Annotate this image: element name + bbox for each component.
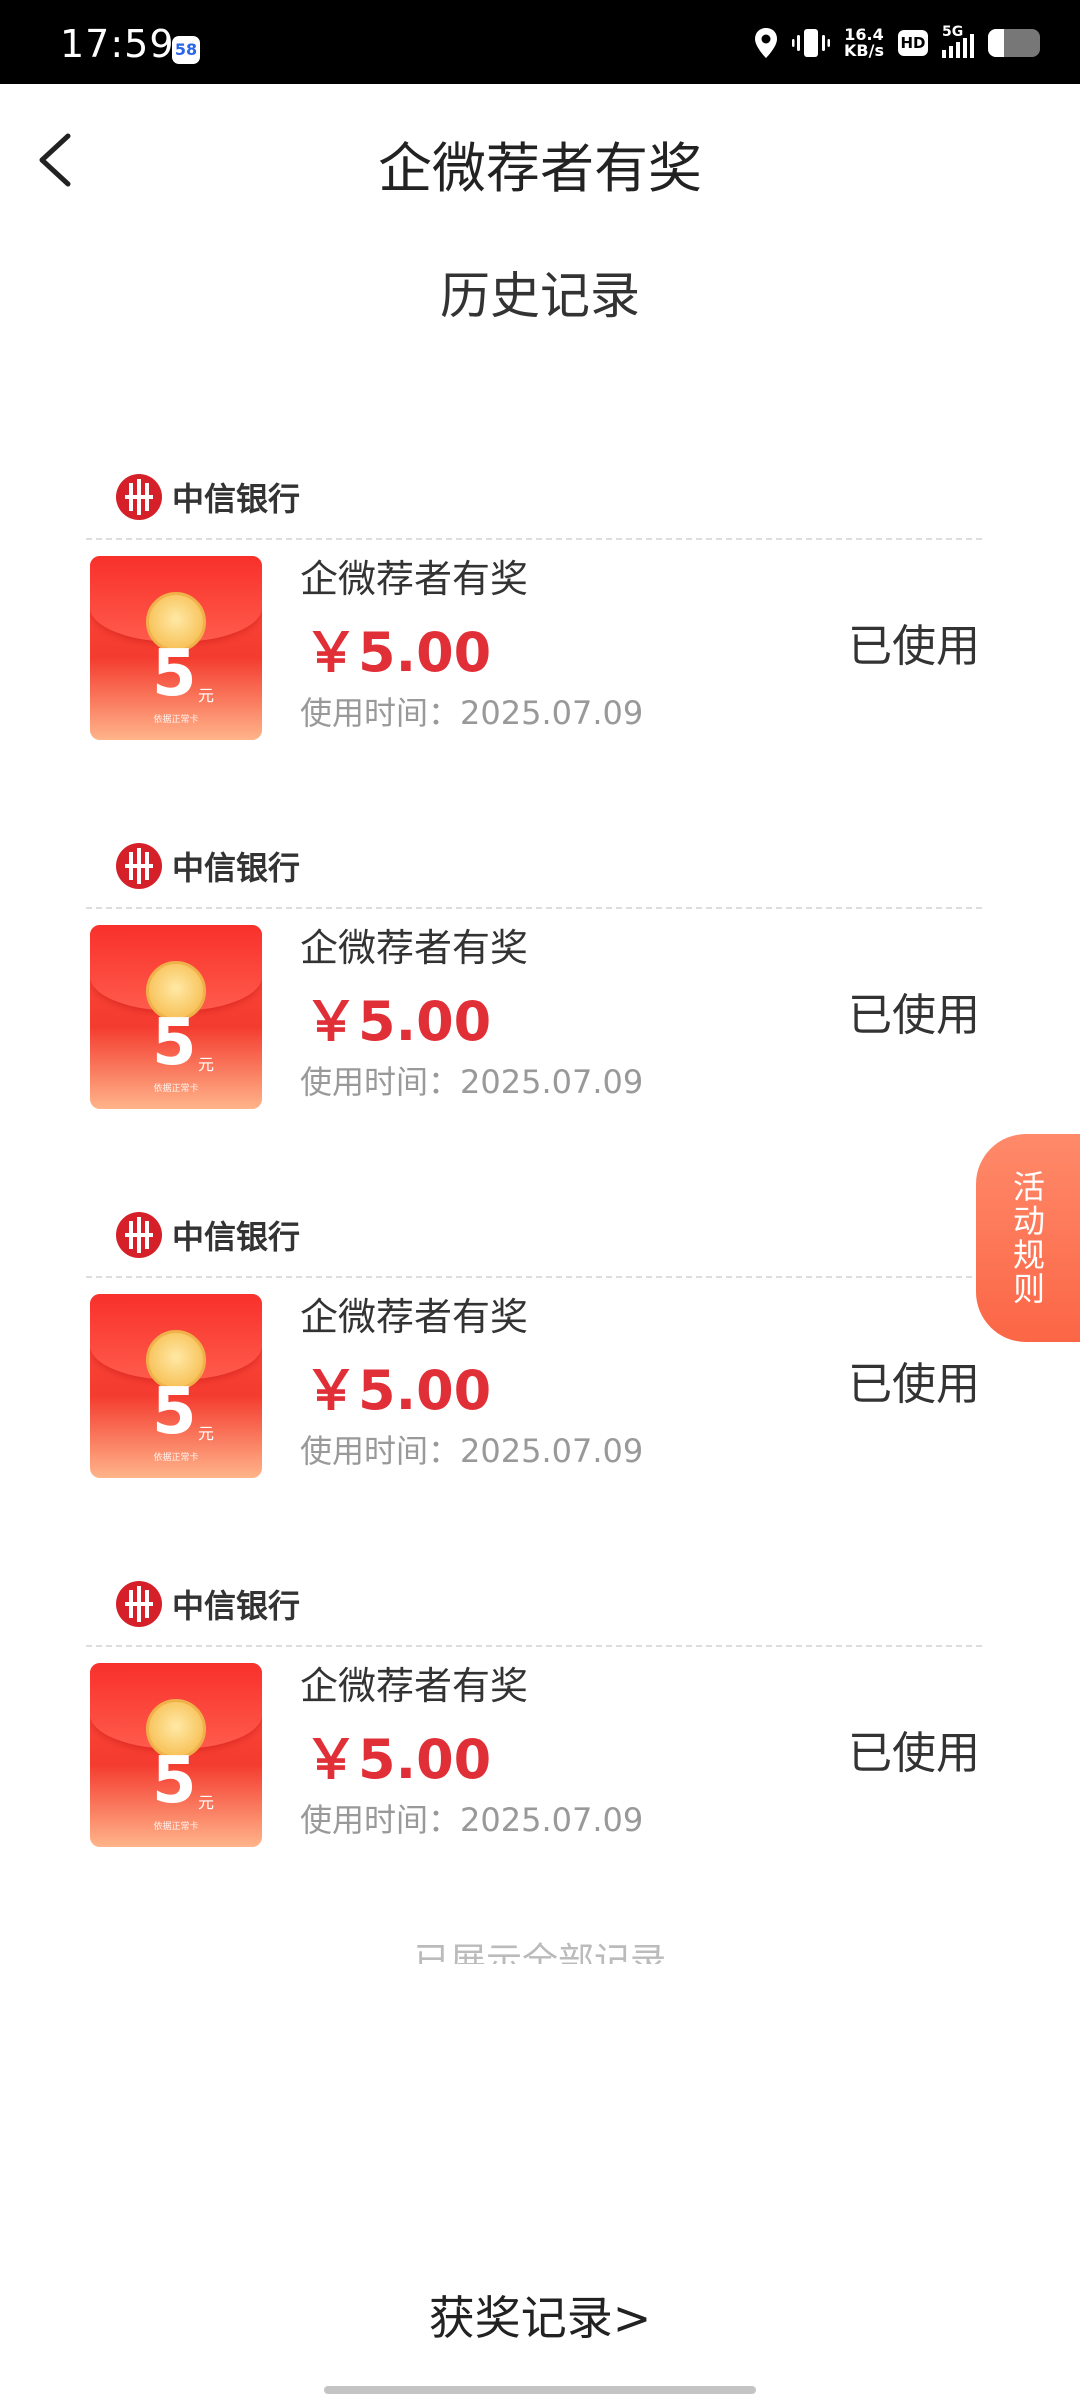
record-use-time: 使用时间：2025.07.09: [300, 1432, 644, 1470]
rules-char: 动: [1012, 1202, 1045, 1240]
record-name: 企微荐者有奖: [300, 1664, 529, 1708]
record-item[interactable]: 中信银行 5 元依据正常卡 企微荐者有奖 ￥5.00 使用时间：2025.07.09 已使用: [86, 839, 982, 1139]
red-packet-coupon-image: 5 元依据正常卡: [90, 556, 262, 740]
coupon-unit: 元: [198, 1424, 215, 1443]
red-packet-coupon-image: 5 元依据正常卡: [90, 1663, 262, 1847]
coupon-number: 5: [152, 1744, 197, 1818]
coupon-footer: 依据正常卡: [153, 1453, 199, 1463]
bank-row: 中信银行: [116, 470, 300, 524]
battery-icon: [988, 29, 1040, 57]
battery-fill: [988, 29, 1004, 57]
coupon-number: 5: [152, 1006, 197, 1080]
record-name: 企微荐者有奖: [300, 926, 529, 970]
location-icon: [754, 26, 778, 60]
citic-bank-logo-icon: [116, 1212, 162, 1258]
record-name: 企微荐者有奖: [300, 557, 529, 601]
dashed-divider: [86, 538, 982, 540]
rules-char: 活: [1012, 1168, 1045, 1206]
coupon-footer: 依据正常卡: [153, 1822, 199, 1832]
record-use-time: 使用时间：2025.07.09: [300, 694, 644, 732]
bank-row: 中信银行: [116, 1208, 300, 1262]
record-amount: ￥5.00: [304, 990, 492, 1053]
record-status: 已使用: [848, 990, 980, 1041]
section-title: 历史记录: [440, 267, 640, 325]
bank-row: 中信银行: [116, 839, 300, 893]
coupon-unit: 元: [198, 1793, 215, 1812]
hd-icon: HD: [898, 30, 928, 56]
page: 17:59 58 16.4 KB/s HD 5G 企微荐者有奖 历史记录 中信银…: [0, 0, 1080, 2400]
record-use-time: 使用时间：2025.07.09: [300, 1063, 644, 1101]
record-status: 已使用: [848, 1359, 980, 1410]
coupon-number: 5: [152, 1375, 197, 1449]
record-item[interactable]: 中信银行 5 元依据正常卡 企微荐者有奖 ￥5.00 使用时间：2025.07.09 已使用: [86, 1577, 982, 1877]
coupon-footer: 依据正常卡: [153, 1084, 199, 1094]
coupon-footer: 依据正常卡: [153, 715, 199, 725]
record-item[interactable]: 中信银行 5 元依据正常卡 企微荐者有奖 ￥5.00 使用时间：2025.07.09 已使用: [86, 470, 982, 770]
record-item[interactable]: 中信银行 5 元依据正常卡 企微荐者有奖 ￥5.00 使用时间：2025.07.09 已使用: [86, 1208, 982, 1508]
record-amount: ￥5.00: [304, 1728, 492, 1791]
dashed-divider: [86, 907, 982, 909]
page-title: 企微荐者有奖: [378, 137, 702, 200]
citic-bank-logo-icon: [116, 474, 162, 520]
home-indicator[interactable]: [324, 2386, 756, 2394]
award-records-link[interactable]: 获奖记录>: [0, 2282, 1080, 2348]
record-amount: ￥5.00: [304, 1359, 492, 1422]
bank-name: 中信银行: [172, 1587, 301, 1625]
status-icons: 16.4 KB/s HD 5G: [754, 24, 1040, 60]
coupon-unit: 元: [198, 1055, 215, 1074]
bank-name: 中信银行: [172, 480, 301, 518]
coupon-unit: 元: [198, 686, 215, 705]
dashed-divider: [86, 1276, 982, 1278]
end-of-list-text: 已展示全部记录: [0, 1942, 1080, 1964]
record-status: 已使用: [848, 621, 980, 672]
rules-char: 则: [1012, 1270, 1045, 1308]
rules-char: 规: [1012, 1236, 1045, 1274]
status-time: 17:59: [60, 22, 175, 66]
citic-bank-logo-icon: [116, 843, 162, 889]
signal-5g-icon: 5G: [942, 24, 974, 58]
citic-bank-logo-icon: [116, 1581, 162, 1627]
bank-row: 中信银行: [116, 1577, 300, 1631]
end-of-list-label: 已展示全部记录: [413, 1942, 666, 1964]
red-packet-coupon-image: 5 元依据正常卡: [90, 1294, 262, 1478]
record-use-time: 使用时间：2025.07.09: [300, 1801, 644, 1839]
record-amount: ￥5.00: [304, 621, 492, 684]
record-status: 已使用: [848, 1728, 980, 1779]
bank-name: 中信银行: [172, 1218, 301, 1256]
record-name: 企微荐者有奖: [300, 1295, 529, 1339]
network-speed-unit: KB/s: [844, 41, 884, 60]
vibrate-icon: [792, 26, 831, 60]
coupon-number: 5: [152, 637, 197, 711]
status-bar: 17:59 58 16.4 KB/s HD 5G: [0, 0, 1080, 84]
dashed-divider: [86, 1645, 982, 1647]
network-speed: 16.4 KB/s: [844, 27, 884, 59]
activity-rules-button[interactable]: 活 动 规 则: [976, 1134, 1080, 1342]
app-badge-icon: 58: [172, 36, 200, 64]
network-type-label: 5G: [942, 24, 964, 40]
red-packet-coupon-image: 5 元依据正常卡: [90, 925, 262, 1109]
bank-name: 中信银行: [172, 849, 301, 887]
